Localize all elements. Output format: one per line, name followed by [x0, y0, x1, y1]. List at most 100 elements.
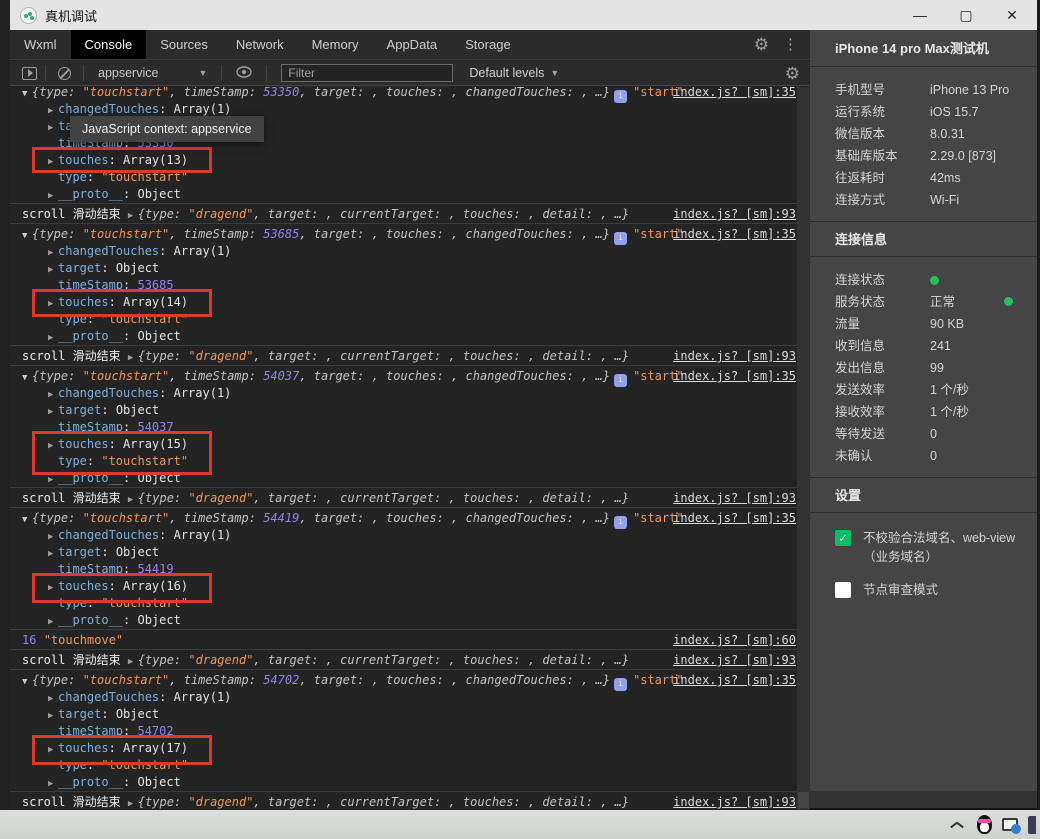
- property-value: Array(1): [173, 528, 232, 542]
- property-value: Array(13): [123, 153, 189, 167]
- property-value: Array(14): [123, 295, 189, 309]
- console-group-preview[interactable]: ▼ {type: "touchstart", timeStamp: 53685, …: [10, 223, 810, 245]
- sidebar-info-row: 等待发送 0: [810, 423, 1037, 445]
- source-link[interactable]: index.js? [sm]:35: [673, 87, 796, 102]
- console-scrollbar[interactable]: [797, 87, 810, 810]
- titlebar: 真机调试 — ▢ ✕: [10, 0, 1037, 30]
- source-link[interactable]: index.js? [sm]:93: [673, 346, 796, 366]
- source-link[interactable]: index.js? [sm]:93: [673, 204, 796, 224]
- tab-memory[interactable]: Memory: [298, 30, 373, 59]
- info-label: 等待发送: [835, 427, 886, 441]
- console-group-preview[interactable]: ▼ {type: "touchstart", timeStamp: 53350, …: [10, 87, 810, 103]
- console-toolbar: appservice ▼ Default levels ▼ ⚙: [10, 61, 810, 86]
- scroll-label: scroll 滑动结束: [22, 207, 128, 221]
- devtools-pane: Wxml Console Sources Network Memory AppData St…: [10, 30, 810, 810]
- close-button[interactable]: ✕: [989, 0, 1035, 30]
- property-key: touches: [58, 579, 109, 593]
- tree-row: ▶ touches: Array(13): [10, 152, 810, 169]
- checkbox-unchecked-icon[interactable]: [835, 581, 851, 598]
- chevron-down-icon: ▼: [550, 68, 560, 78]
- window-title: 真机调试: [45, 8, 98, 24]
- tab-console[interactable]: Console: [70, 30, 147, 59]
- console-group: ▼ {type: "touchstart", timeStamp: 54419, …: [10, 507, 810, 629]
- property-key: target: [58, 403, 102, 417]
- tab-appdata[interactable]: AppData: [373, 30, 452, 59]
- more-options-kebab-icon[interactable]: ⋮: [783, 37, 798, 52]
- source-link[interactable]: index.js? [sm]:93: [673, 650, 796, 670]
- console-settings-gear-icon[interactable]: ⚙: [785, 65, 800, 82]
- source-link[interactable]: index.js? [sm]:35: [673, 670, 796, 690]
- source-link[interactable]: index.js? [sm]:35: [673, 224, 796, 244]
- console-group-preview[interactable]: ▼ {type: "touchstart", timeStamp: 54037, …: [10, 365, 810, 387]
- minimize-button[interactable]: —: [897, 0, 943, 30]
- touchstart-preview: {type: "touchstart", timeStamp: 54037, t…: [32, 369, 610, 383]
- property-key: __proto__: [58, 613, 124, 627]
- property-value: "touchstart": [101, 454, 189, 468]
- tree-row: ▶ changedTouches: Array(1): [10, 689, 810, 706]
- source-link[interactable]: index.js? [sm]:93: [673, 792, 796, 810]
- property-value: Array(1): [173, 386, 232, 400]
- tree-row: type: "touchstart": [58, 454, 189, 468]
- tree-row: type: "touchstart": [58, 170, 189, 184]
- filter-input[interactable]: [281, 64, 454, 82]
- tree-row: timeStamp: 54419: [58, 562, 174, 576]
- source-link[interactable]: index.js? [sm]:93: [673, 488, 796, 508]
- property-key: type: [58, 596, 87, 610]
- source-link[interactable]: index.js? [sm]:35: [673, 508, 796, 528]
- console-group-preview[interactable]: ▼ {type: "touchstart", timeStamp: 54702, …: [10, 669, 810, 691]
- device-sidebar: iPhone 14 pro Max测试机 手机型号 iPhone 13 Pro 运行…: [810, 30, 1037, 808]
- sidebar-info-row: 连接状态: [810, 269, 1037, 291]
- touchstart-preview: {type: "touchstart", timeStamp: 54419, t…: [32, 511, 610, 525]
- tray-expand-chevron-icon[interactable]: [951, 821, 963, 829]
- partial-tray-icon[interactable]: [1028, 815, 1036, 834]
- touchstart-preview: {type: "touchstart", timeStamp: 53685, t…: [32, 227, 610, 241]
- console-scroll-row: scroll 滑动结束 ▶ {type: "dragend", target: ,…: [10, 791, 810, 810]
- info-value: 1 个/秒: [930, 405, 969, 419]
- clear-console-icon[interactable]: [58, 66, 71, 80]
- tab-network[interactable]: Network: [222, 30, 298, 59]
- tree-row: ▶ changedTouches: Array(1): [10, 385, 810, 402]
- settings-section-title: 设置: [810, 477, 1037, 513]
- dragend-preview: {type: "dragend", target: , currentTarge…: [137, 653, 630, 667]
- maximize-button[interactable]: ▢: [943, 0, 989, 30]
- device-title: iPhone 14 pro Max测试机: [810, 30, 1037, 67]
- screencast-tray-icon[interactable]: [1002, 818, 1021, 834]
- info-label: 连接状态: [835, 273, 886, 287]
- expand-arrow-icon[interactable]: ▶: [128, 794, 138, 810]
- source-link[interactable]: index.js? [sm]:35: [673, 366, 796, 386]
- qq-tray-icon[interactable]: [977, 815, 992, 834]
- scrollbar-thumb[interactable]: [798, 792, 809, 808]
- console-group-preview[interactable]: ▼ {type: "touchstart", timeStamp: 54419, …: [10, 507, 810, 529]
- sidebar-info-row: 往返耗时 42ms: [810, 167, 1037, 189]
- live-expression-eye-icon[interactable]: [236, 65, 253, 81]
- scroll-label: scroll 滑动结束: [22, 349, 128, 363]
- tree-row: ▶ touches: Array(14): [10, 294, 810, 311]
- tree-row: ▶ changedTouches: Array(1): [10, 527, 810, 544]
- tree-row: ▶ __proto__: Object: [10, 612, 810, 629]
- settings-label: 不校验合法域名、web-view（业务域名）: [863, 531, 1016, 564]
- console-group-children: ▶changedTouches: Array(1)▶target: Object…: [10, 243, 810, 345]
- console-group: ▼ {type: "touchstart", timeStamp: 53350, …: [10, 87, 810, 203]
- info-value: Wi-Fi: [930, 193, 960, 207]
- js-context-select[interactable]: appservice ▼: [92, 66, 213, 80]
- console-sidebar-toggle-icon[interactable]: [22, 66, 37, 80]
- property-key: timeStamp: [58, 562, 124, 576]
- property-value: 53685: [137, 278, 174, 292]
- tree-row: timeStamp: 53685: [58, 278, 174, 292]
- property-value: Array(17): [123, 741, 189, 755]
- source-link[interactable]: index.js? [sm]:60: [673, 630, 796, 650]
- property-value: Object: [137, 471, 181, 485]
- property-value: Array(16): [123, 579, 189, 593]
- property-key: changedTouches: [58, 690, 160, 704]
- property-key: changedTouches: [58, 528, 160, 542]
- checkbox-checked-icon[interactable]: ✓: [835, 530, 851, 546]
- info-label: 运行系统: [835, 105, 886, 119]
- tab-wxml[interactable]: Wxml: [10, 30, 71, 59]
- tab-storage[interactable]: Storage: [451, 30, 525, 59]
- property-key: touches: [58, 295, 109, 309]
- tree-row: ▶target: Object: [10, 260, 810, 277]
- devtools-settings-gear-icon[interactable]: ⚙: [754, 36, 769, 53]
- log-levels-select[interactable]: Default levels ▼: [469, 66, 559, 80]
- tree-row: ▶target: Object: [10, 402, 810, 419]
- tab-sources[interactable]: Sources: [146, 30, 222, 59]
